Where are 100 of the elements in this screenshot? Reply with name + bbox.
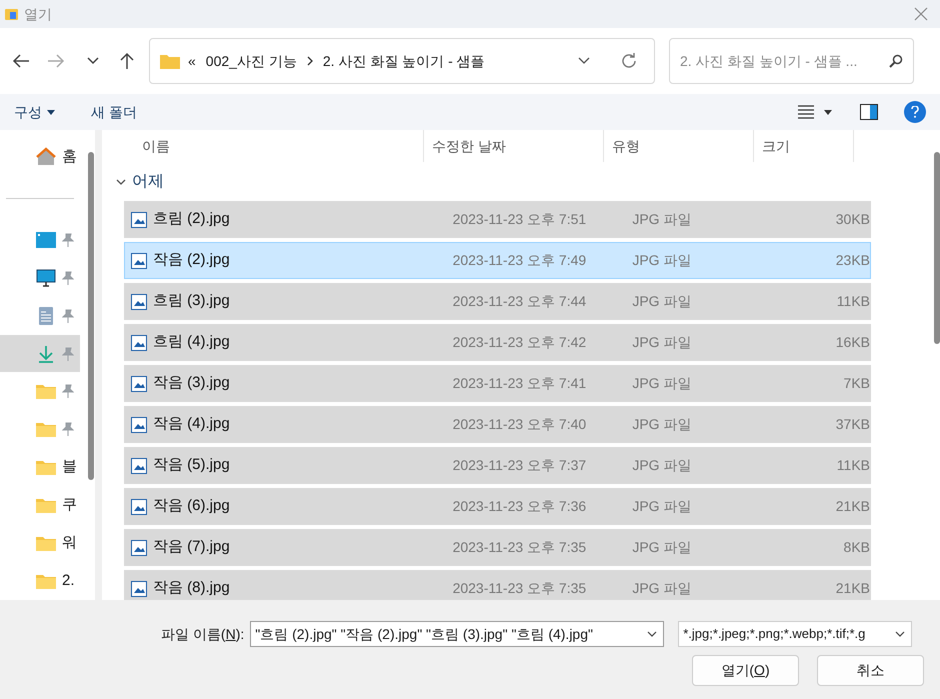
file-row[interactable]: 작음 (8).jpg 2023-11-23 오후 7:35 JPG 파일 21KB: [124, 570, 871, 600]
file-type: JPG 파일: [632, 538, 692, 557]
modified-date: 2023-11-23 오후 7:37: [452, 456, 588, 475]
file-size: 30KB: [834, 210, 870, 229]
chevron-down-icon: [87, 57, 99, 65]
pin-icon: [62, 232, 74, 247]
image-file-icon: [131, 580, 147, 596]
help-button[interactable]: [904, 101, 926, 123]
modified-date: 2023-11-23 오후 7:36: [452, 497, 588, 516]
preview-pane-icon: [860, 104, 878, 120]
modified-date: 2023-11-23 오후 7:49: [452, 251, 588, 270]
address-bar[interactable]: « 002_사진 기능 2. 사진 화질 높이기 - 샘플: [149, 38, 655, 84]
chevron-right-icon: [306, 56, 313, 66]
filename-label: 파일 이름(N):: [161, 624, 244, 644]
file-row[interactable]: 흐림 (2).jpg 2023-11-23 오후 7:51 JPG 파일 30KB: [124, 201, 871, 238]
pin-icon: [62, 308, 74, 323]
filename-field[interactable]: "흐림 (2).jpg" "작음 (2).jpg" "흐림 (3).jpg" "흐림 (4).jpg": [250, 621, 664, 647]
breadcrumb[interactable]: 2. 사진 화질 높이기 - 샘플: [322, 50, 485, 72]
file-size: 8KB: [842, 538, 870, 557]
file-type: JPG 파일: [632, 497, 692, 516]
file-size: 37KB: [834, 415, 870, 434]
group-header[interactable]: 어제: [116, 170, 934, 194]
modified-date: 2023-11-23 오후 7:35: [452, 579, 588, 598]
file-name: 작음 (7).jpg: [152, 537, 231, 558]
question-mark-icon: [911, 106, 919, 118]
sidebar-item[interactable]: 워: [0, 524, 80, 562]
image-file-icon: [131, 252, 147, 268]
file-name: 작음 (8).jpg: [152, 578, 231, 598]
cancel-button[interactable]: 취소: [817, 655, 924, 686]
file-type: JPG 파일: [632, 374, 692, 393]
pin-icon: [62, 346, 74, 361]
monitor-icon: [36, 268, 56, 288]
sidebar-scrollbar[interactable]: [88, 152, 94, 480]
image-file-icon: [131, 376, 147, 392]
file-size: 21KB: [834, 579, 870, 598]
search-input[interactable]: 2. 사진 화질 높이기 - 샘플 ...: [680, 50, 889, 72]
preview-pane-button[interactable]: [860, 104, 878, 120]
sidebar-item[interactable]: 2.: [0, 562, 80, 600]
open-button[interactable]: 열기(O): [692, 655, 799, 686]
pin-icon: [62, 384, 74, 398]
document-icon: [36, 306, 56, 326]
file-type: JPG 파일: [632, 456, 692, 475]
breadcrumb[interactable]: 002_사진 기능: [206, 50, 297, 72]
modified-date: 2023-11-23 오후 7:41: [452, 374, 588, 393]
caret-icon: [824, 110, 832, 114]
file-name: 흐림 (2).jpg: [152, 209, 231, 230]
file-size: 7KB: [842, 374, 870, 393]
list-view-icon: [798, 105, 814, 119]
file-name: 작음 (4).jpg: [152, 414, 231, 434]
filename-input[interactable]: "흐림 (2).jpg" "작음 (2).jpg" "흐림 (3).jpg" "흐림 (4).jpg": [255, 624, 648, 644]
file-type: JPG 파일: [632, 415, 692, 434]
file-row[interactable]: 작음 (7).jpg 2023-11-23 오후 7:35 JPG 파일 8KB: [124, 529, 871, 566]
image-file-icon: [131, 458, 147, 474]
sidebar-item[interactable]: 쿠: [0, 486, 80, 524]
file-row[interactable]: 작음 (6).jpg 2023-11-23 오후 7:36 JPG 파일 21KB: [124, 488, 871, 525]
chevron-down-icon: [578, 57, 590, 65]
file-row[interactable]: 작음 (2).jpg 2023-11-23 오후 7:49 JPG 파일 23KB: [124, 242, 871, 279]
arrow-right-icon: [47, 53, 65, 69]
file-row[interactable]: 작음 (5).jpg 2023-11-23 오후 7:37 JPG 파일 11KB: [124, 447, 871, 484]
image-file-icon: [131, 498, 147, 514]
image-file-icon: [131, 294, 147, 310]
close-icon: [914, 7, 928, 21]
file-row[interactable]: 흐림 (3).jpg 2023-11-23 오후 7:44 JPG 파일 11KB: [124, 283, 871, 320]
chevron-down-icon: [895, 631, 906, 637]
modified-date: 2023-11-23 오후 7:35: [452, 538, 588, 557]
list-scrollbar[interactable]: [934, 152, 940, 344]
file-name: 작음 (6).jpg: [152, 496, 231, 516]
image-file-icon: [131, 334, 147, 350]
refresh-icon: [620, 52, 638, 70]
image-file-icon: [131, 540, 147, 556]
sidebar-item[interactable]: 블: [0, 448, 80, 486]
search-field[interactable]: 2. 사진 화질 높이기 - 샘플 ...: [669, 38, 914, 84]
column-header[interactable]: 크기: [754, 130, 854, 162]
column-header[interactable]: 유형: [604, 130, 754, 162]
chevron-down-icon: [647, 631, 658, 637]
image-file-icon: [131, 416, 147, 432]
image-file-icon: [131, 212, 147, 228]
file-type-dropdown[interactable]: *.jpg;*.jpeg;*.png;*.webp;*.tif;*.g: [678, 621, 912, 647]
column-header[interactable]: 이름: [102, 130, 424, 162]
pin-icon: [62, 422, 74, 436]
column-header[interactable]: 수정한 날짜: [424, 130, 604, 162]
file-row[interactable]: 흐림 (4).jpg 2023-11-23 오후 7:42 JPG 파일 16KB: [124, 324, 871, 361]
file-name: 흐림 (3).jpg: [152, 291, 231, 312]
modified-date: 2023-11-23 오후 7:44: [452, 292, 588, 311]
file-size: 11KB: [836, 292, 870, 311]
file-name: 작음 (3).jpg: [152, 373, 231, 394]
new-folder-button[interactable]: 새 폴더: [91, 102, 137, 122]
file-name: 작음 (2).jpg: [152, 250, 231, 270]
view-options-button[interactable]: [798, 105, 832, 119]
file-size: 16KB: [834, 333, 870, 352]
overflow-breadcrumb[interactable]: «: [188, 50, 196, 72]
folder-icon: [160, 53, 180, 69]
file-row[interactable]: 작음 (4).jpg 2023-11-23 오후 7:40 JPG 파일 37KB: [124, 406, 871, 443]
window-title: 열기: [24, 4, 52, 24]
organize-menu-button[interactable]: 구성: [14, 102, 55, 122]
sidebar-item[interactable]: 홈: [0, 138, 80, 176]
file-size: 11KB: [836, 456, 870, 475]
chevron-down-icon: [116, 177, 126, 187]
file-row[interactable]: 작음 (3).jpg 2023-11-23 오후 7:41 JPG 파일 7KB: [124, 365, 871, 402]
home-icon: [36, 146, 56, 167]
